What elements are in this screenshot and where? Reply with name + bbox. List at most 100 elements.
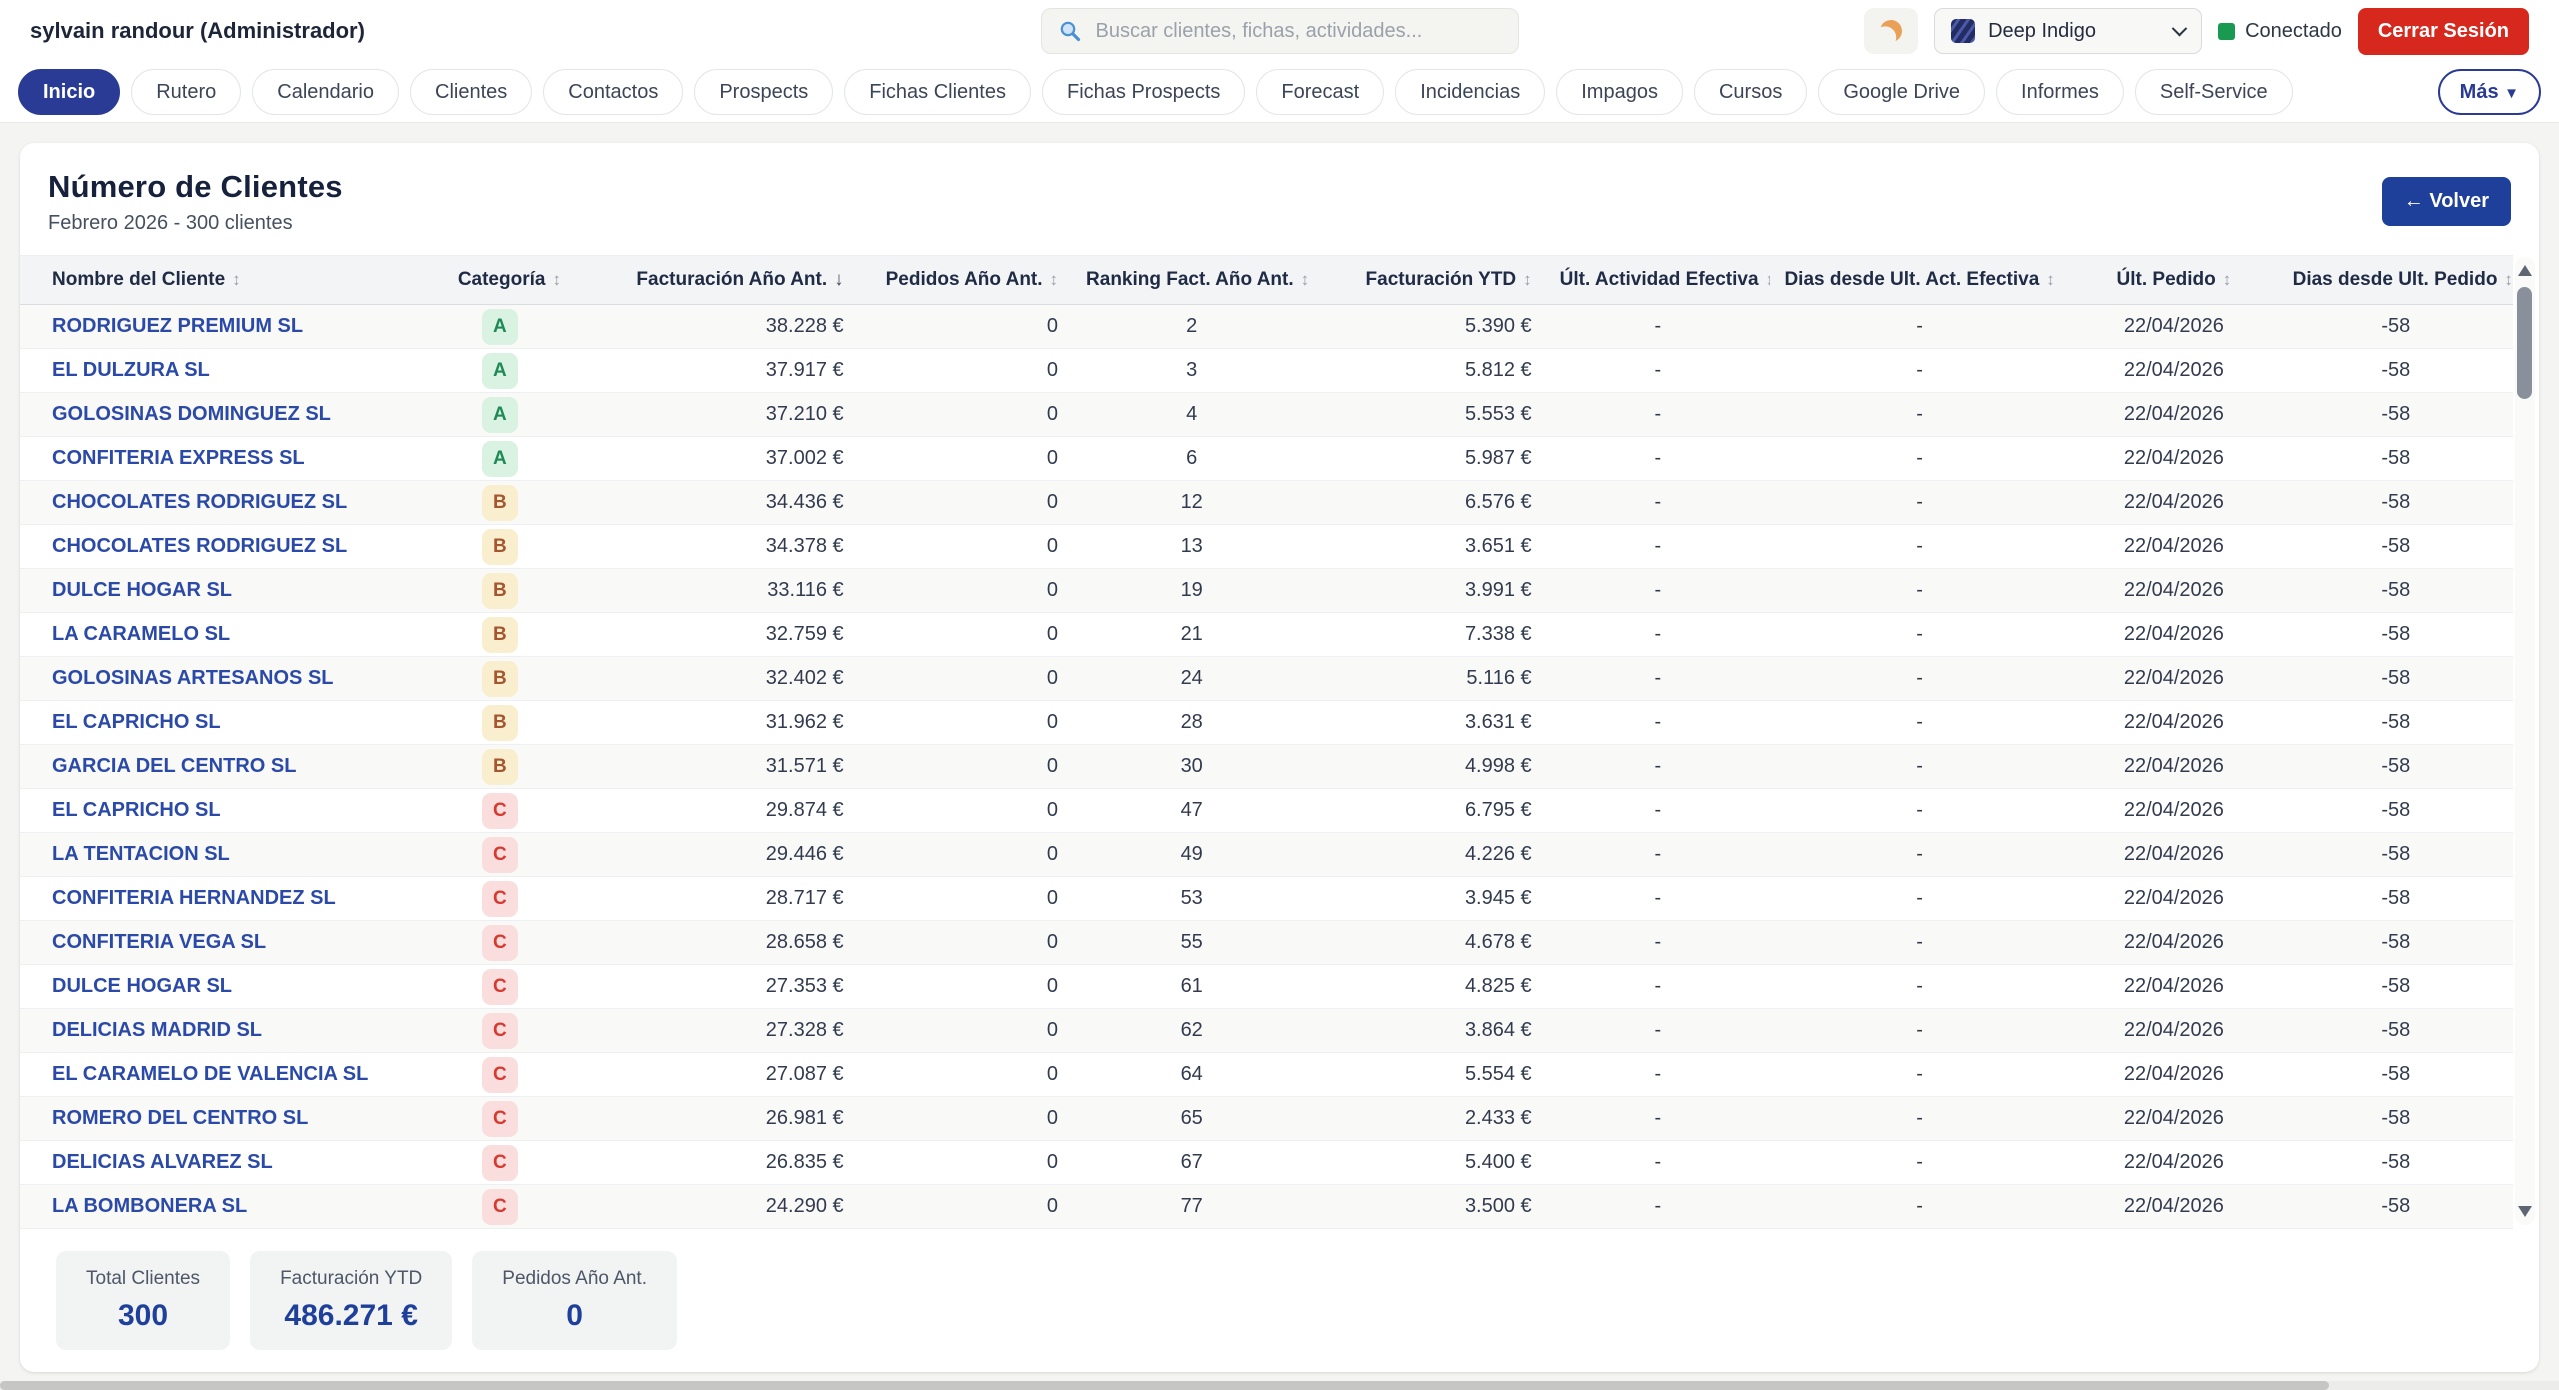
horizontal-scrollbar[interactable]: [0, 1381, 2559, 1390]
column-header-categoria[interactable]: Categoría↕: [444, 256, 599, 305]
table-row[interactable]: CONFITERIA HERNANDEZ SLC28.717 €0533.945…: [20, 877, 2513, 921]
table-cell: -: [1770, 877, 2069, 921]
column-header-ult-actividad-efectiva[interactable]: Últ. Actividad Efectiva↕: [1546, 256, 1770, 305]
client-link[interactable]: DULCE HOGAR SL: [52, 975, 232, 997]
back-button[interactable]: ← Volver: [2382, 177, 2511, 226]
client-link[interactable]: DULCE HOGAR SL: [52, 579, 232, 601]
client-link[interactable]: LA BOMBONERA SL: [52, 1195, 247, 1217]
tab-cursos[interactable]: Cursos: [1694, 69, 1807, 115]
client-link[interactable]: EL CARAMELO DE VALENCIA SL: [52, 1063, 368, 1085]
scroll-up-icon[interactable]: [2518, 265, 2532, 276]
search-input[interactable]: [1094, 19, 1502, 44]
table-row[interactable]: DELICIAS MADRID SLC27.328 €0623.864 €--2…: [20, 1009, 2513, 1053]
table-row[interactable]: LA BOMBONERA SLC24.290 €0773.500 €--22/0…: [20, 1185, 2513, 1229]
client-link[interactable]: CONFITERIA HERNANDEZ SL: [52, 887, 336, 909]
column-header-pedidos-ano-ant[interactable]: Pedidos Año Ant.↕: [858, 256, 1072, 305]
tab-contactos[interactable]: Contactos: [543, 69, 683, 115]
tab-rutero[interactable]: Rutero: [131, 69, 241, 115]
category-badge: C: [482, 969, 518, 1005]
category-cell: B: [444, 569, 599, 613]
sort-both-icon: ↕: [2046, 270, 2055, 289]
column-header-facturacion-ano-ant[interactable]: Facturación Año Ant.↓: [598, 256, 857, 305]
scroll-down-icon[interactable]: [2518, 1206, 2532, 1217]
client-link[interactable]: ROMERO DEL CENTRO SL: [52, 1107, 308, 1129]
table-row[interactable]: EL CARAMELO DE VALENCIA SLC27.087 €0645.…: [20, 1053, 2513, 1097]
tab-incidencias[interactable]: Incidencias: [1395, 69, 1545, 115]
category-cell: C: [444, 1185, 599, 1229]
dark-mode-button[interactable]: [1864, 8, 1918, 54]
column-header-ranking-fact-ano-ant[interactable]: Ranking Fact. Año Ant.↕: [1072, 256, 1311, 305]
table-row[interactable]: RODRIGUEZ PREMIUM SLA38.228 €025.390 €--…: [20, 305, 2513, 349]
table-row[interactable]: LA CARAMELO SLB32.759 €0217.338 €--22/04…: [20, 613, 2513, 657]
horizontal-scrollbar-thumb[interactable]: [0, 1381, 2329, 1390]
column-header-nombre-del-cliente[interactable]: Nombre del Cliente↕: [20, 256, 444, 305]
category-cell: A: [444, 437, 599, 481]
column-header-dias-desde-ult-pedido[interactable]: Dias desde Ult. Pedido↕: [2279, 256, 2513, 305]
table-cell: -: [1770, 1009, 2069, 1053]
client-name-cell: EL DULZURA SL: [20, 349, 444, 393]
table-row[interactable]: GOLOSINAS ARTESANOS SLB32.402 €0245.116 …: [20, 657, 2513, 701]
scrollbar-thumb[interactable]: [2517, 287, 2532, 399]
client-link[interactable]: CONFITERIA EXPRESS SL: [52, 447, 305, 469]
global-search[interactable]: [1041, 8, 1519, 54]
tab-inicio[interactable]: Inicio: [18, 69, 120, 115]
client-link[interactable]: DELICIAS ALVAREZ SL: [52, 1151, 273, 1173]
client-link[interactable]: GOLOSINAS DOMINGUEZ SL: [52, 403, 331, 425]
connection-status-label: Conectado: [2245, 20, 2342, 43]
tab-self-service[interactable]: Self-Service: [2135, 69, 2293, 115]
table-row[interactable]: EL CAPRICHO SLC29.874 €0476.795 €--22/04…: [20, 789, 2513, 833]
logout-button[interactable]: Cerrar Sesión: [2358, 8, 2529, 55]
table-row[interactable]: CONFITERIA VEGA SLC28.658 €0554.678 €--2…: [20, 921, 2513, 965]
more-button[interactable]: Más ▼: [2438, 69, 2541, 115]
theme-select[interactable]: Deep Indigo: [1934, 8, 2202, 54]
table-row[interactable]: LA TENTACION SLC29.446 €0494.226 €--22/0…: [20, 833, 2513, 877]
client-link[interactable]: CONFITERIA VEGA SL: [52, 931, 266, 953]
client-link[interactable]: EL DULZURA SL: [52, 359, 210, 381]
tab-clientes[interactable]: Clientes: [410, 69, 532, 115]
client-link[interactable]: EL CAPRICHO SL: [52, 711, 221, 733]
table-row[interactable]: GARCIA DEL CENTRO SLB31.571 €0304.998 €-…: [20, 745, 2513, 789]
column-header-ult-pedido[interactable]: Últ. Pedido↕: [2069, 256, 2278, 305]
tab-forecast[interactable]: Forecast: [1256, 69, 1384, 115]
tab-prospects[interactable]: Prospects: [694, 69, 833, 115]
table-cell: -: [1546, 569, 1770, 613]
column-header-dias-desde-ult-act-efectiva[interactable]: Dias desde Ult. Act. Efectiva↕: [1770, 256, 2069, 305]
table-row[interactable]: DULCE HOGAR SLB33.116 €0193.991 €--22/04…: [20, 569, 2513, 613]
tab-fichas-prospects[interactable]: Fichas Prospects: [1042, 69, 1245, 115]
table-row[interactable]: EL DULZURA SLA37.917 €035.812 €--22/04/2…: [20, 349, 2513, 393]
client-name-cell: GOLOSINAS ARTESANOS SL: [20, 657, 444, 701]
client-link[interactable]: GARCIA DEL CENTRO SL: [52, 755, 296, 777]
client-name-cell: CHOCOLATES RODRIGUEZ SL: [20, 525, 444, 569]
tab-informes[interactable]: Informes: [1996, 69, 2124, 115]
vertical-scrollbar[interactable]: [2515, 257, 2535, 1225]
client-link[interactable]: LA CARAMELO SL: [52, 623, 230, 645]
table-row[interactable]: CONFITERIA EXPRESS SLA37.002 €065.987 €-…: [20, 437, 2513, 481]
table-cell: -58: [2279, 745, 2513, 789]
client-link[interactable]: EL CAPRICHO SL: [52, 799, 221, 821]
client-link[interactable]: DELICIAS MADRID SL: [52, 1019, 262, 1041]
column-header-facturacion-ytd[interactable]: Facturación YTD↕: [1311, 256, 1545, 305]
table-row[interactable]: DULCE HOGAR SLC27.353 €0614.825 €--22/04…: [20, 965, 2513, 1009]
table-cell: 0: [858, 701, 1072, 745]
tab-google-drive[interactable]: Google Drive: [1818, 69, 1985, 115]
tab-fichas-clientes[interactable]: Fichas Clientes: [844, 69, 1031, 115]
table-cell: -: [1770, 657, 2069, 701]
category-cell: A: [444, 349, 599, 393]
table-row[interactable]: CHOCOLATES RODRIGUEZ SLB34.378 €0133.651…: [20, 525, 2513, 569]
client-link[interactable]: CHOCOLATES RODRIGUEZ SL: [52, 535, 347, 557]
table-row[interactable]: EL CAPRICHO SLB31.962 €0283.631 €--22/04…: [20, 701, 2513, 745]
table-cell: 37.917 €: [598, 349, 857, 393]
table-row[interactable]: CHOCOLATES RODRIGUEZ SLB34.436 €0126.576…: [20, 481, 2513, 525]
client-link[interactable]: CHOCOLATES RODRIGUEZ SL: [52, 491, 347, 513]
client-name-cell: DULCE HOGAR SL: [20, 569, 444, 613]
table-row[interactable]: ROMERO DEL CENTRO SLC26.981 €0652.433 €-…: [20, 1097, 2513, 1141]
client-link[interactable]: GOLOSINAS ARTESANOS SL: [52, 667, 334, 689]
table-row[interactable]: GOLOSINAS DOMINGUEZ SLA37.210 €045.553 €…: [20, 393, 2513, 437]
table-row[interactable]: DELICIAS ALVAREZ SLC26.835 €0675.400 €--…: [20, 1141, 2513, 1185]
client-link[interactable]: LA TENTACION SL: [52, 843, 230, 865]
tab-impagos[interactable]: Impagos: [1556, 69, 1683, 115]
client-link[interactable]: RODRIGUEZ PREMIUM SL: [52, 315, 303, 337]
table-cell: 0: [858, 745, 1072, 789]
tab-calendario[interactable]: Calendario: [252, 69, 399, 115]
table-cell: 29.446 €: [598, 833, 857, 877]
